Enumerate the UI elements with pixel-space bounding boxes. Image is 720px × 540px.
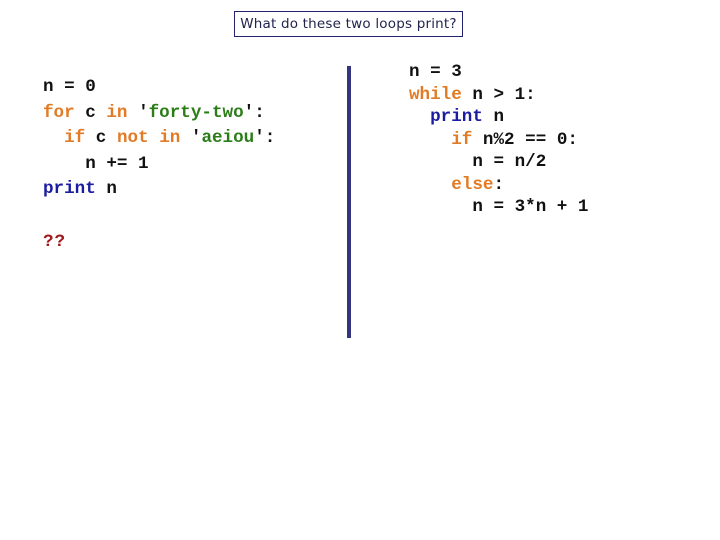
code-line: n = 0: [43, 75, 275, 101]
code-token: n = n/2: [409, 152, 547, 172]
code-token: n%2 == 0:: [472, 129, 578, 150]
keyword-token: for: [43, 102, 75, 123]
code-line: while n > 1:: [409, 84, 589, 107]
code-token: :: [264, 128, 276, 148]
quote-token: ': [138, 102, 149, 123]
code-line: for c in 'forty-two':: [43, 101, 275, 127]
code-token: n: [482, 107, 505, 127]
string-token: aeiou: [201, 128, 255, 148]
code-line: n = n/2: [409, 151, 589, 174]
keyword-token: not: [116, 128, 149, 148]
code-line: n += 1: [43, 152, 275, 178]
code-token: n += 1: [43, 153, 149, 174]
code-line: n = 3*n + 1: [409, 196, 589, 219]
code-token: :: [254, 102, 265, 123]
code-line: print n: [43, 177, 275, 203]
string-token: forty-two: [148, 102, 244, 123]
code-token: n: [95, 179, 117, 199]
keyword-token: in: [106, 102, 128, 123]
right-code-block: n = 3 while n > 1: print n if n%2 == 0: n…: [409, 61, 589, 219]
code-line: if c not in 'aeiou':: [43, 126, 275, 152]
quote-token: ': [190, 128, 202, 148]
code-token: :: [493, 174, 505, 195]
keyword-token: else: [451, 174, 494, 195]
code-line: else:: [409, 174, 589, 197]
left-answer-placeholder: ??: [43, 232, 67, 252]
keyword-token: in: [159, 128, 181, 148]
code-token: n = 3: [409, 62, 462, 82]
code-line: print n: [409, 106, 589, 129]
quote-token: ': [243, 102, 255, 123]
code-token: c: [74, 102, 107, 123]
keyword-token: if: [64, 128, 86, 148]
quote-token: ': [254, 128, 265, 148]
slide-title-text: What do these two loops print?: [240, 16, 457, 32]
keyword-token: while: [409, 84, 462, 105]
print-keyword-token: print: [430, 107, 483, 127]
column-divider: [347, 66, 351, 338]
code-line: if n%2 == 0:: [409, 129, 589, 152]
code-token: c: [85, 128, 117, 148]
code-line: n = 3: [409, 61, 589, 84]
print-keyword-token: print: [43, 179, 96, 199]
left-code-block: n = 0 for c in 'forty-two': if c not in '…: [43, 75, 275, 203]
slide-title: What do these two loops print?: [234, 11, 463, 37]
keyword-token: if: [451, 129, 473, 150]
code-token: n = 3*n + 1: [409, 197, 589, 217]
code-token: n = 0: [43, 77, 96, 97]
code-token: n > 1:: [461, 84, 536, 105]
